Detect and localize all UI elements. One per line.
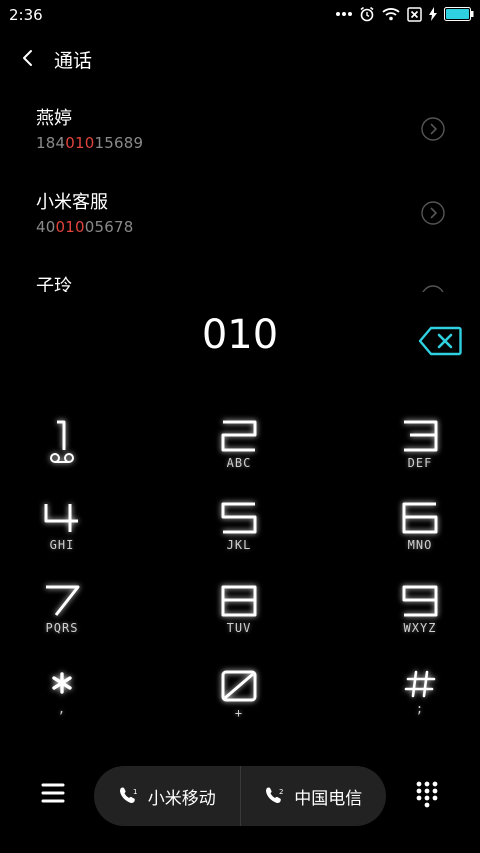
contact-name: 燕婷 (36, 108, 72, 129)
digit-8-glyph (221, 585, 257, 617)
number-prefix: 40 (36, 218, 56, 236)
dial-display: 010 (0, 306, 480, 370)
alarm-icon (360, 6, 374, 22)
sim-carrier-label: 小米移动 (147, 788, 216, 809)
key-9[interactable]: WXYZ (360, 583, 480, 665)
backspace-icon[interactable] (418, 326, 462, 356)
call-sim1-button[interactable]: 1 小米移动 (94, 766, 240, 826)
number-suffix: 05678 (84, 218, 134, 236)
dialpad-icon[interactable] (414, 780, 440, 810)
contact-item[interactable]: 燕婷 18401015689 (0, 92, 480, 176)
contact-item[interactable]: 子玲 (0, 260, 480, 292)
contact-name: 子玲 (36, 276, 72, 292)
number-match: 010 (65, 134, 95, 152)
contact-name: 小米客服 (36, 192, 108, 213)
digit-1-glyph (57, 420, 66, 450)
key-7[interactable]: PQRS (2, 583, 122, 665)
key-4[interactable]: GHI (2, 500, 122, 582)
key-5[interactable]: JKL (179, 500, 299, 582)
charging-icon (429, 7, 437, 21)
chevron-right-circle-icon[interactable] (421, 117, 445, 141)
phone-icon: 1 (119, 787, 137, 803)
number-suffix: 15689 (94, 134, 144, 152)
contact-item[interactable]: 小米客服 4001005678 (0, 176, 480, 260)
key-star[interactable]: , (2, 668, 122, 750)
app-header: 通话 (0, 40, 480, 80)
digit-9-glyph (402, 585, 438, 617)
dial-keypad: ABC DEF GHI JKL MNO PQRS TUV WXYZ , + ; (0, 400, 480, 740)
key-letters: TUV (226, 621, 252, 635)
key-letters: , (57, 702, 67, 716)
key-letters: DEF (407, 456, 433, 470)
status-icons (336, 4, 474, 24)
number-prefix: 184 (36, 134, 66, 152)
chevron-right-circle-icon[interactable] (421, 201, 445, 225)
key-letters: GHI (49, 538, 75, 552)
sim-slot-label: 1 (133, 788, 137, 796)
voicemail-icon (50, 453, 74, 463)
contact-number: 4001005678 (36, 218, 133, 236)
more-dots-icon (336, 12, 352, 16)
sim-carrier-label: 中国电信 (294, 788, 363, 809)
number-match: 010 (55, 218, 85, 236)
phone-icon: 2 (266, 787, 284, 803)
digit-4-glyph (44, 504, 78, 532)
call-sim2-button[interactable]: 2 中国电信 (241, 766, 387, 826)
status-bar: 2:36 (0, 0, 480, 28)
key-letters: ABC (226, 456, 252, 470)
key-8[interactable]: TUV (179, 583, 299, 665)
hash-glyph (404, 670, 436, 698)
digit-3-glyph (404, 420, 438, 452)
digit-2-glyph (221, 420, 257, 452)
key-letters: MNO (407, 538, 433, 552)
status-time: 2:36 (9, 6, 43, 24)
back-arrow-icon[interactable] (16, 46, 40, 70)
key-1[interactable] (2, 418, 122, 500)
digit-7-glyph (46, 585, 80, 616)
key-hash[interactable]: ; (360, 668, 480, 750)
key-letters: WXYZ (403, 621, 437, 635)
key-3[interactable]: DEF (360, 418, 480, 500)
key-letters: JKL (226, 538, 252, 552)
key-letters: PQRS (45, 621, 79, 635)
contact-number: 18401015689 (36, 134, 143, 152)
sim-call-selector: 1 小米移动 2 中国电信 (94, 766, 386, 826)
sim-none-icon (407, 6, 422, 22)
key-2[interactable]: ABC (179, 418, 299, 500)
key-letters: ; (415, 702, 425, 716)
entered-number[interactable]: 010 (0, 312, 480, 358)
contact-suggestion-list: 燕婷 18401015689 小米客服 4001005678 子玲 (0, 92, 480, 292)
page-title: 通话 (54, 50, 93, 72)
key-0[interactable]: + (179, 668, 299, 750)
wifi-icon (382, 8, 400, 21)
battery-icon (444, 7, 474, 21)
key-letters: + (234, 706, 244, 720)
bottom-bar: 1 小米移动 2 中国电信 (0, 760, 480, 830)
digit-5-glyph (221, 502, 257, 534)
star-glyph (52, 672, 72, 694)
chevron-right-circle-icon[interactable] (421, 285, 445, 292)
menu-icon[interactable] (40, 780, 66, 806)
key-6[interactable]: MNO (360, 500, 480, 582)
digit-6-glyph (402, 502, 438, 534)
sim-slot-label: 2 (279, 788, 283, 796)
digit-0-glyph (221, 670, 257, 702)
